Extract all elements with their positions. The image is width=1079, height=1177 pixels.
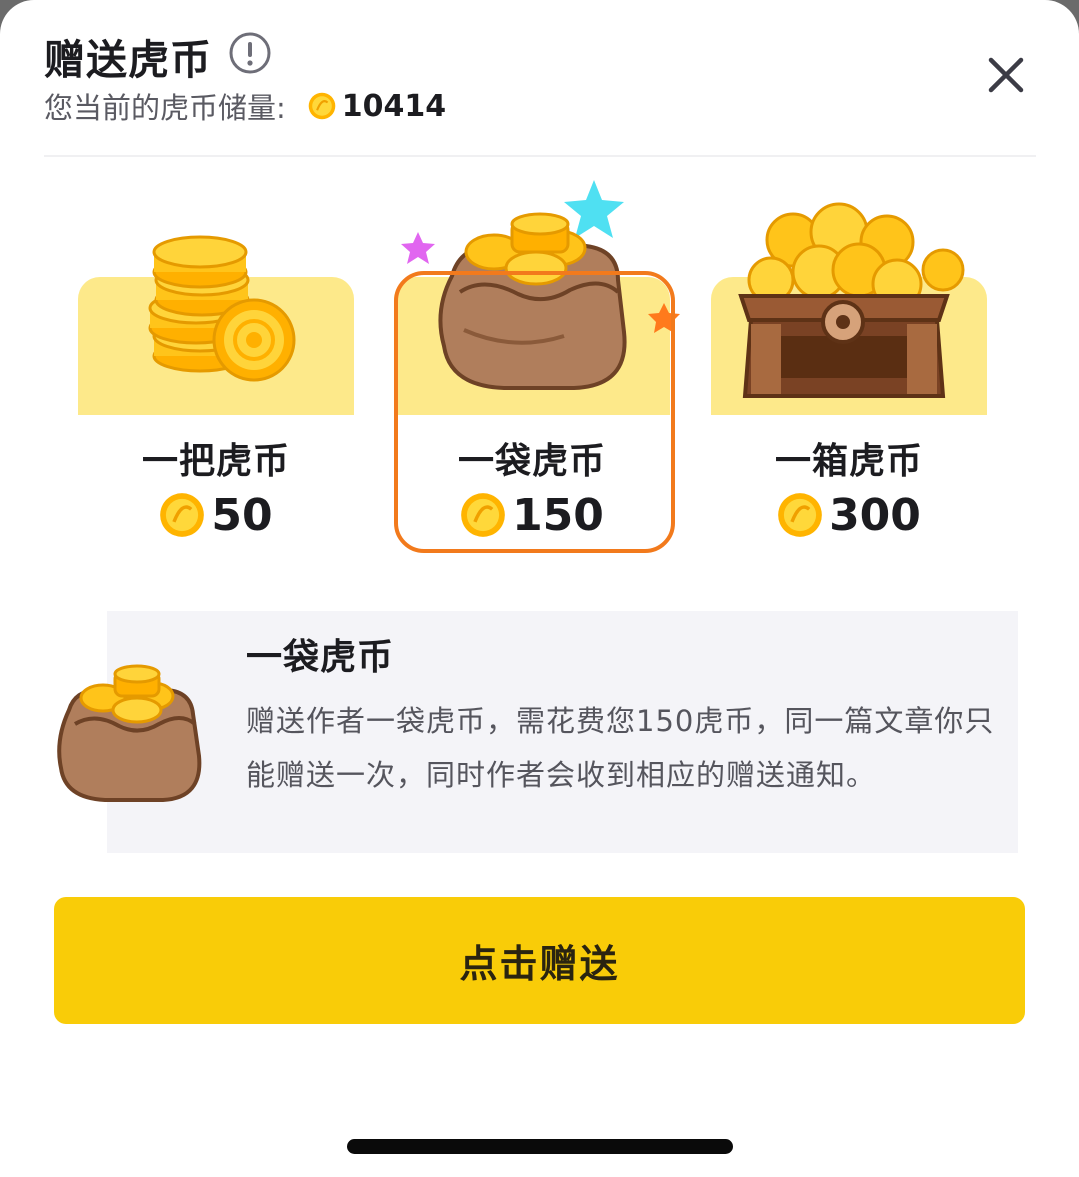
coin-stack-icon (148, 235, 296, 382)
close-icon[interactable] (983, 52, 1029, 98)
coin-icon (160, 493, 205, 537)
option-handful[interactable]: 一把虎币 50 (78, 180, 368, 560)
coin-icon (778, 493, 822, 537)
info-circle-icon[interactable] (228, 31, 272, 75)
option-bag[interactable]: 一袋虎币 150 (394, 180, 684, 560)
coin-icon (308, 92, 336, 120)
option-price-value: 300 (829, 489, 921, 541)
coin-bag-icon (57, 664, 202, 802)
option-chest[interactable]: 一箱虎币 300 (711, 180, 1001, 560)
coin-icon (461, 493, 505, 537)
detail-description: 赠送作者一袋虎币，需花费您150虎币，同一篇文章你只能赠送一次，同时作者会收到相… (246, 704, 995, 792)
balance-row: 您当前的虎币储量: 10414 (44, 86, 446, 126)
header-divider (44, 155, 1036, 157)
option-name: 一把虎币 (141, 441, 290, 482)
balance-value: 10414 (341, 88, 447, 124)
detail-title: 一袋虎币 (246, 637, 395, 678)
option-price: 300 (711, 487, 987, 543)
option-price-value: 50 (211, 489, 273, 541)
option-name: 一袋虎币 (457, 441, 606, 482)
gift-sheet: 赠送虎币 您当前的虎币储量: 10414 一把虎币 50 一袋虎币 150 一箱… (0, 0, 1079, 1177)
balance-label: 您当前的虎币储量: (44, 91, 286, 125)
option-price: 150 (394, 487, 670, 543)
home-indicator (347, 1139, 733, 1154)
option-price: 50 (78, 487, 354, 543)
option-price-value: 150 (512, 489, 604, 541)
page-title: 赠送虎币 (44, 36, 212, 84)
send-gift-button[interactable]: 点击赠送 (54, 897, 1025, 1024)
treasure-chest-icon (738, 202, 965, 398)
option-name: 一箱虎币 (774, 441, 923, 482)
